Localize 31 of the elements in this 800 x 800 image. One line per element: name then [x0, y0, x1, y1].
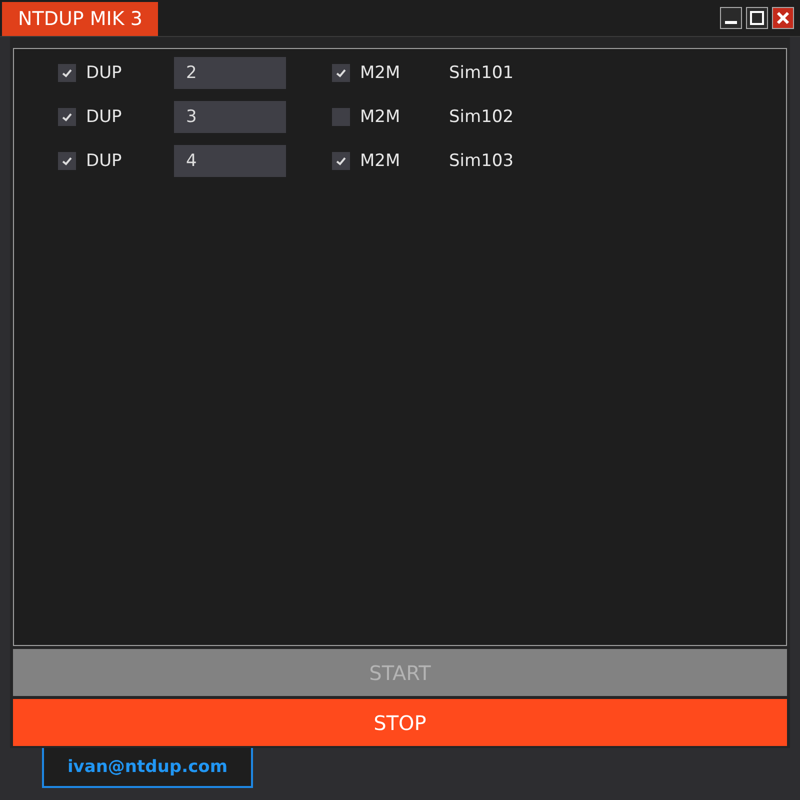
- window-title: NTDUP MIK 3: [2, 2, 158, 36]
- sim-label: Sim102: [449, 107, 514, 127]
- checkmark-icon: [61, 111, 73, 123]
- checkbox-label: DUP: [86, 63, 122, 83]
- number-field[interactable]: 3: [174, 101, 286, 133]
- maximize-icon: [750, 11, 764, 25]
- checkbox[interactable]: [58, 152, 76, 170]
- checkbox-label: M2M: [360, 151, 400, 171]
- checkbox[interactable]: [332, 152, 350, 170]
- close-button[interactable]: [772, 7, 794, 29]
- sim-label: Sim101: [449, 63, 514, 83]
- maximize-button[interactable]: [746, 7, 768, 29]
- minimize-button[interactable]: [720, 7, 742, 29]
- number-field[interactable]: 4: [174, 145, 286, 177]
- checkbox-label: DUP: [86, 151, 122, 171]
- sim-label: Sim103: [449, 151, 514, 171]
- checkbox[interactable]: [332, 64, 350, 82]
- checkmark-icon: [61, 155, 73, 167]
- checkbox-label: M2M: [360, 63, 400, 83]
- checkmark-icon: [335, 155, 347, 167]
- checkbox-label: M2M: [360, 107, 400, 127]
- checkmark-icon: [61, 67, 73, 79]
- number-field[interactable]: 2: [174, 57, 286, 89]
- email-link[interactable]: ivan@ntdup.com: [42, 748, 253, 788]
- checkmark-icon: [335, 67, 347, 79]
- checkbox-label: DUP: [86, 107, 122, 127]
- close-icon: [776, 11, 790, 25]
- minimize-icon: [725, 20, 737, 24]
- checkbox[interactable]: [58, 64, 76, 82]
- checkbox[interactable]: [58, 108, 76, 126]
- checkbox[interactable]: [332, 108, 350, 126]
